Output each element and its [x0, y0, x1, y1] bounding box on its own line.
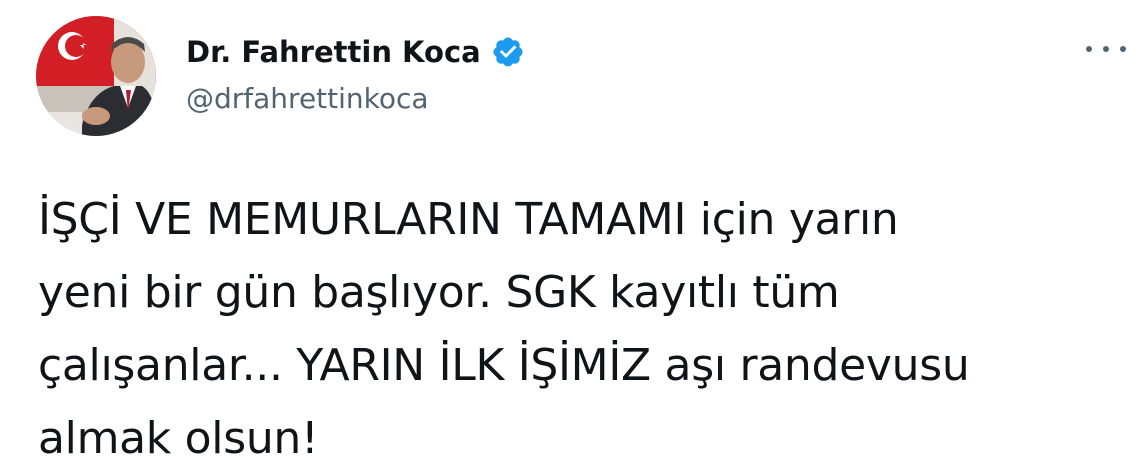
more-dot — [1120, 46, 1126, 52]
tweet-text-line: çalışanlar... YARIN İLK İŞİMİZ aşı rande… — [38, 340, 970, 391]
tweet-text: İŞÇİ VE MEMURLARIN TAMAMI için yarın yen… — [38, 183, 1128, 463]
tweet-text-line: yeni bir gün başlıyor. SGK kayıtlı tüm — [38, 267, 840, 318]
tweet-text-line: İŞÇİ VE MEMURLARIN TAMAMI için yarın — [38, 194, 899, 245]
verified-badge-icon — [491, 35, 525, 69]
more-dot — [1103, 46, 1109, 52]
author-name-row: Dr. Fahrettin Koca — [186, 30, 525, 74]
author-handle[interactable]: @drfahrettinkoca — [186, 82, 429, 115]
author-display-name[interactable]: Dr. Fahrettin Koca — [186, 35, 481, 69]
more-dot — [1086, 46, 1092, 52]
avatar-image — [36, 16, 156, 136]
tweet-text-line: almak olsun! — [38, 413, 319, 463]
avatar[interactable] — [36, 16, 156, 136]
more-options-icon[interactable] — [1086, 34, 1126, 64]
tweet-card: Dr. Fahrettin Koca @drfahrettinkoca İŞÇİ… — [0, 0, 1145, 463]
